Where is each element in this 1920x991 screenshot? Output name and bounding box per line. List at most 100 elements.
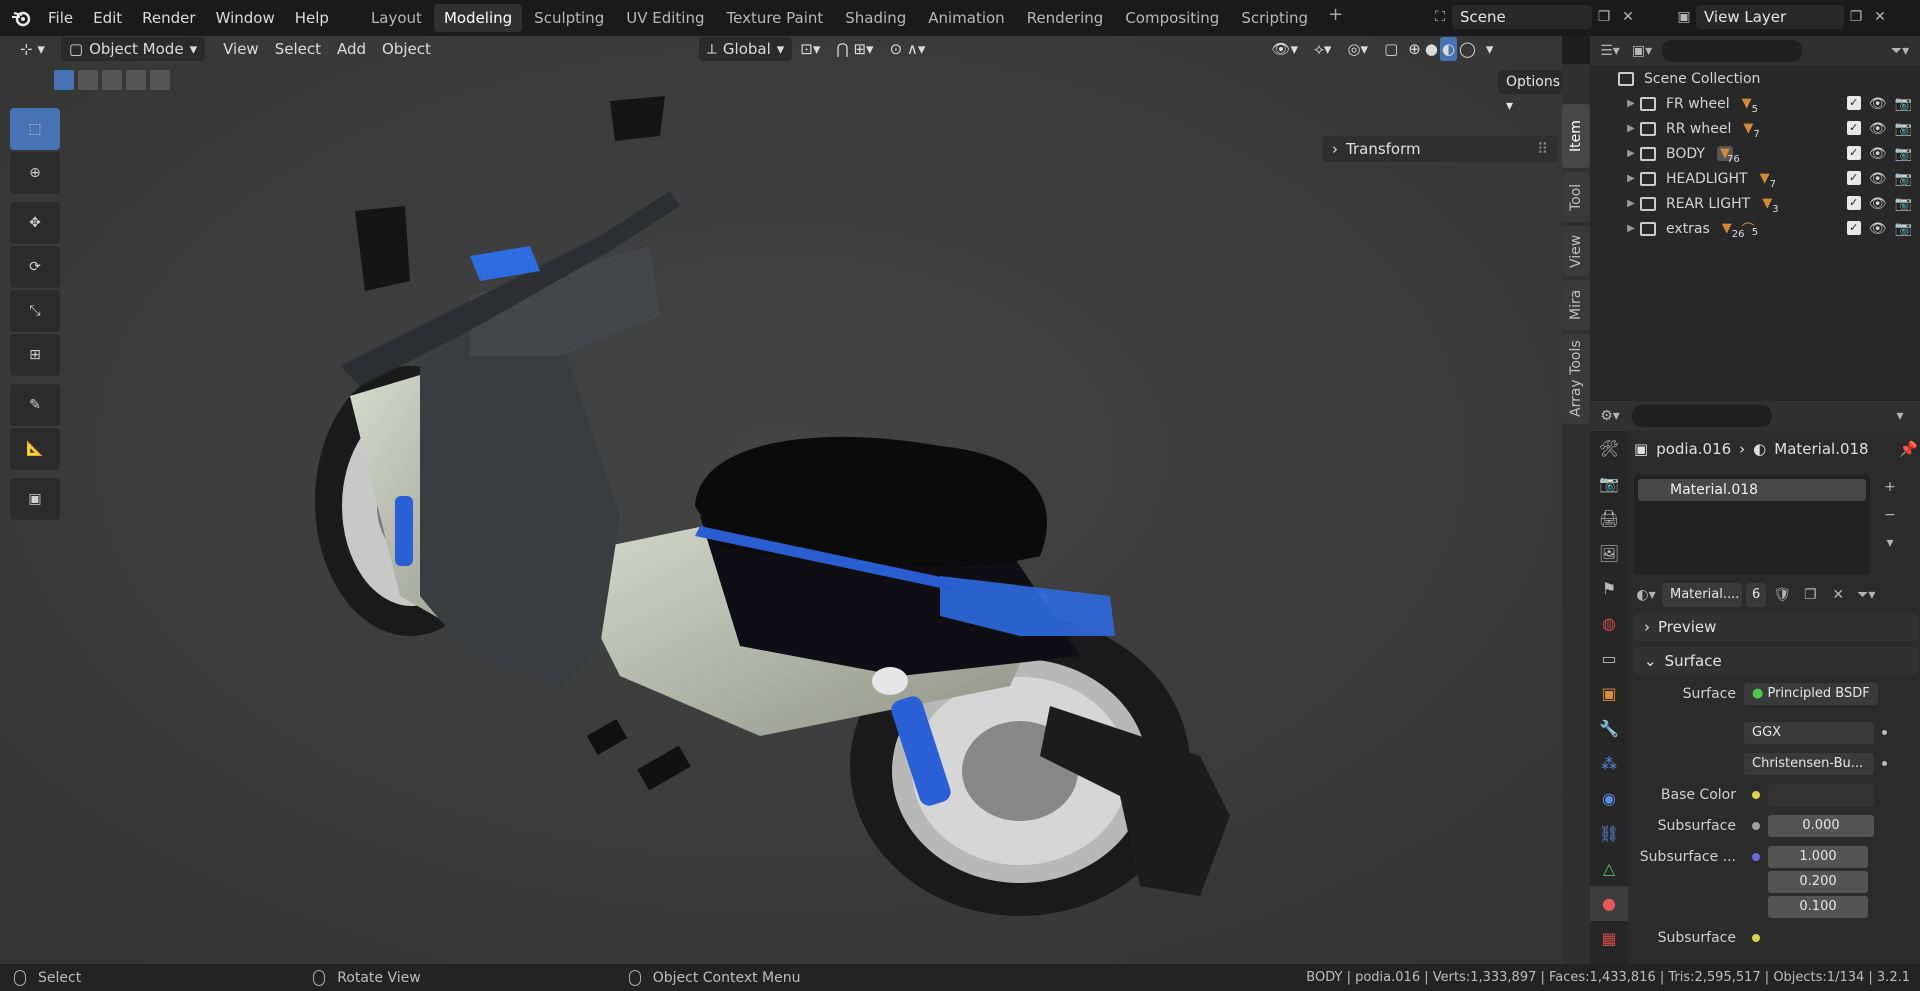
move-tool-icon[interactable]: ✥ xyxy=(10,202,60,244)
expand-arrow-icon[interactable]: ▶ xyxy=(1622,198,1640,209)
drag-handle-icon[interactable]: ⠿ xyxy=(1537,140,1548,158)
material-tab-icon[interactable]: ● xyxy=(1590,886,1628,921)
browse-material-icon[interactable]: ◐▾ xyxy=(1634,583,1658,607)
outliner-row[interactable]: ▶ FR wheel ▼ 5 ✓ 👁 📷 xyxy=(1590,91,1920,116)
data-tab-icon[interactable]: △ xyxy=(1590,851,1628,886)
rendered-shading-icon[interactable]: ◯ xyxy=(1457,37,1478,61)
tab-layout[interactable]: Layout xyxy=(361,4,432,32)
select-invert-icon[interactable] xyxy=(126,70,146,90)
delete-scene-icon[interactable]: ✕ xyxy=(1616,5,1640,29)
display-mode-icon[interactable]: ▣▾ xyxy=(1630,39,1654,63)
constraints-tab-icon[interactable]: ⛓ xyxy=(1590,816,1628,851)
ntab-mira[interactable]: Mira xyxy=(1562,280,1590,330)
outliner-search-input[interactable] xyxy=(1662,40,1802,62)
delete-view-layer-icon[interactable]: ✕ xyxy=(1868,5,1892,29)
base-color-swatch[interactable] xyxy=(1768,783,1874,806)
ntab-array-tools[interactable]: Array Tools xyxy=(1562,334,1590,424)
view-layer-icon[interactable]: ▣ xyxy=(1672,5,1696,29)
material-shading-icon[interactable]: ◐ xyxy=(1439,37,1458,61)
expand-arrow-icon[interactable]: ▶ xyxy=(1622,223,1640,234)
snap-icon[interactable]: ⋂ ⊞▾ xyxy=(828,37,881,61)
camera-icon[interactable]: 📷 xyxy=(1895,96,1912,112)
ntab-tool[interactable]: Tool xyxy=(1562,172,1590,222)
exclude-checkbox[interactable]: ✓ xyxy=(1846,95,1861,110)
expand-arrow-icon[interactable]: ▶ xyxy=(1622,148,1640,159)
fake-user-icon[interactable]: 🛡 xyxy=(1770,583,1794,607)
chevron-down-icon[interactable]: ▾ xyxy=(1888,404,1912,428)
tab-sculpting[interactable]: Sculpting xyxy=(524,4,614,32)
output-tab-icon[interactable]: 🖨 xyxy=(1590,501,1628,536)
filter-icon[interactable]: ⏷▾ xyxy=(1854,583,1878,607)
expand-arrow-icon[interactable]: ▶ xyxy=(1622,98,1640,109)
tab-uv-editing[interactable]: UV Editing xyxy=(616,4,714,32)
exclude-checkbox[interactable]: ✓ xyxy=(1846,145,1861,160)
preview-panel-header[interactable]: › Preview xyxy=(1634,613,1918,641)
xray-icon[interactable]: ▢ xyxy=(1376,37,1406,61)
blender-logo-icon[interactable] xyxy=(10,7,32,29)
menu-render[interactable]: Render xyxy=(132,5,205,31)
menu-edit[interactable]: Edit xyxy=(83,5,132,31)
new-view-layer-icon[interactable]: ❐ xyxy=(1844,5,1868,29)
add-slot-icon[interactable]: + xyxy=(1878,475,1902,499)
menu-add[interactable]: Add xyxy=(329,37,374,61)
eye-icon[interactable]: 👁 xyxy=(1869,221,1887,237)
mode-dropdown[interactable]: ▢ Object Mode ▾ xyxy=(60,37,206,61)
material-slot[interactable]: Material.018 xyxy=(1638,479,1866,501)
scene-icon[interactable]: ⛶ xyxy=(1428,5,1452,29)
eye-icon[interactable]: 👁 xyxy=(1869,121,1887,137)
particles-tab-icon[interactable]: ⁂ xyxy=(1590,746,1628,781)
eye-icon[interactable]: 👁 xyxy=(1869,196,1887,212)
add-cube-tool-icon[interactable]: ▣ xyxy=(10,478,60,520)
menu-object[interactable]: Object xyxy=(374,37,439,61)
radius-z-field[interactable]: 0.100 xyxy=(1768,895,1868,918)
view-layer-tab-icon[interactable]: 🖼 xyxy=(1590,536,1628,571)
overlay-icon[interactable]: ◎▾ xyxy=(1339,37,1376,61)
subsurface-value-field[interactable]: 0.000 xyxy=(1768,814,1874,837)
user-count[interactable]: 6 xyxy=(1746,583,1767,607)
tool-tab-icon[interactable]: 🛠 xyxy=(1590,431,1628,466)
ntab-view[interactable]: View xyxy=(1562,226,1590,276)
outliner-row[interactable]: ▶ extras ▼ 26 ⌒ 5 ✓ 👁 📷 xyxy=(1590,216,1920,241)
scale-tool-icon[interactable]: ⤡ xyxy=(10,290,60,332)
visibility-icon[interactable]: 👁▾ xyxy=(1263,37,1306,61)
wireframe-shading-icon[interactable]: ⊕ xyxy=(1406,37,1423,61)
exclude-checkbox[interactable]: ✓ xyxy=(1846,170,1861,185)
exclude-checkbox[interactable]: ✓ xyxy=(1846,220,1861,235)
radius-y-field[interactable]: 0.200 xyxy=(1768,870,1868,893)
outliner-row[interactable]: ▶ BODY ▼ 76 ✓ 👁 📷 xyxy=(1590,141,1920,166)
editor-type-icon[interactable]: ⊹ ▾ xyxy=(12,37,53,61)
object-tab-icon[interactable]: ▣ xyxy=(1590,676,1628,711)
eye-icon[interactable]: 👁 xyxy=(1869,96,1887,112)
3d-viewport[interactable]: ⊹ ▾ ▢ Object Mode ▾ View Select Add Obje… xyxy=(0,36,1562,964)
modifier-tab-icon[interactable]: 🔧 xyxy=(1590,711,1628,746)
proportional-edit-icon[interactable]: ⊙ ∧▾ xyxy=(882,37,934,61)
shading-options-icon[interactable]: ▾ xyxy=(1478,37,1502,61)
menu-help[interactable]: Help xyxy=(285,5,339,31)
rotate-tool-icon[interactable]: ⟳ xyxy=(10,246,60,288)
properties-editor-icon[interactable]: ⚙▾ xyxy=(1598,404,1622,428)
outliner-row[interactable]: ▶ RR wheel ▼ 7 ✓ 👁 📷 xyxy=(1590,116,1920,141)
outliner-row[interactable]: ▶ REAR LIGHT ▼ 3 ✓ 👁 📷 xyxy=(1590,191,1920,216)
expand-arrow-icon[interactable]: ▶ xyxy=(1622,173,1640,184)
scene-tab-icon[interactable]: ⚑ xyxy=(1590,571,1628,606)
select-new-icon[interactable] xyxy=(54,70,74,90)
add-workspace-icon[interactable]: + xyxy=(1320,4,1351,32)
texture-tab-icon[interactable]: ▦ xyxy=(1590,921,1628,956)
exclude-checkbox[interactable]: ✓ xyxy=(1846,195,1861,210)
solid-shading-icon[interactable]: ● xyxy=(1423,37,1440,61)
annotate-tool-icon[interactable]: ✎ xyxy=(10,384,60,426)
subsurface-method-dropdown[interactable]: Christensen-Bu... xyxy=(1744,752,1874,775)
view-layer-field[interactable]: View Layer xyxy=(1696,5,1844,29)
remove-slot-icon[interactable]: − xyxy=(1878,503,1902,527)
transform-panel-header[interactable]: › Transform ⠿ xyxy=(1322,136,1558,162)
select-intersect-icon[interactable] xyxy=(150,70,170,90)
slot-menu-icon[interactable]: ▾ xyxy=(1878,531,1902,555)
eye-icon[interactable]: 👁 xyxy=(1869,146,1887,162)
world-tab-icon[interactable]: ◍ xyxy=(1590,606,1628,641)
menu-file[interactable]: File xyxy=(38,5,83,31)
material-slot-list[interactable]: Material.018 xyxy=(1634,475,1870,575)
surface-shader-field[interactable]: ● Principled BSDF xyxy=(1744,682,1878,705)
camera-icon[interactable]: 📷 xyxy=(1895,146,1912,162)
select-box-tool-icon[interactable]: ⬚ xyxy=(10,108,60,150)
tab-rendering[interactable]: Rendering xyxy=(1017,4,1114,32)
